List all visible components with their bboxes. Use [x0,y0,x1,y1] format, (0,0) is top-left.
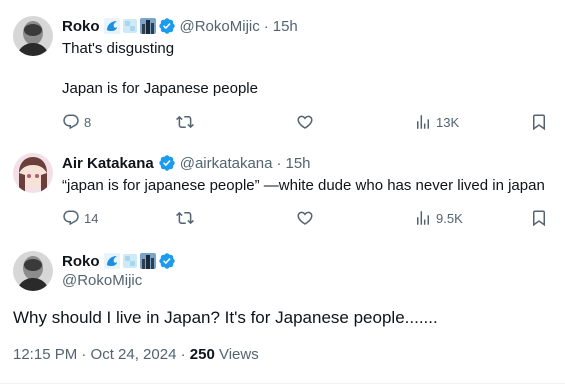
tweet-text-line: “japan is for japanese people” —white du… [62,177,545,194]
retweet-icon [176,113,194,131]
reply-button[interactable]: 14 [62,209,98,227]
views-icon [414,209,432,227]
author-handle[interactable]: @RokoMijic [62,272,142,289]
tweet-header: Roko @RokoMijic · 15h [62,16,298,36]
tweet-actions: 8 13K [62,113,565,133]
author-name[interactable]: Roko [62,253,100,270]
name-emojis [104,17,176,35]
author-name[interactable]: Roko [62,18,100,35]
wave-emoji-icon [104,18,120,34]
author-handle[interactable]: @airkatakana [180,155,273,172]
main-tweet-meta: 12:15 PM · Oct 24, 2024 · 250 Views [13,346,259,363]
tweet-header: Air Katakana @airkatakana · 15h [62,153,311,173]
wave-emoji-icon [104,253,120,269]
reply-icon [62,209,80,227]
author-handle[interactable]: @RokoMijic [180,18,260,35]
name-emojis [104,252,176,270]
bookmark-icon [530,209,548,227]
retweet-icon [176,209,194,227]
like-icon [296,113,314,131]
name-badges [158,154,176,172]
reply-count: 14 [84,210,99,226]
city-emoji-icon [140,18,156,34]
tweet-time[interactable]: 15h [273,18,298,35]
tweet-text-line: Japan is for Japanese people [62,80,258,97]
ice-emoji-icon [122,253,138,269]
tweet-text-line: That's disgusting [62,40,175,57]
bottom-divider [0,383,565,384]
views-count: 250 [189,346,215,363]
like-button[interactable] [296,209,314,227]
author-name[interactable]: Air Katakana [62,155,154,172]
views-icon [414,113,432,131]
views-button[interactable]: 9.5K [414,209,463,227]
avatar-roko[interactable] [13,16,53,56]
verified-badge-icon [158,252,176,270]
ice-emoji-icon [122,18,138,34]
retweet-button[interactable] [176,209,194,227]
tweet-time[interactable]: 15h [286,155,311,172]
tweet-actions: 14 9.5K [62,209,565,229]
main-tweet-header: Roko [62,251,180,271]
separator-dot: · [263,17,269,35]
city-emoji-icon [140,253,156,269]
verified-badge-icon [158,17,176,35]
reply-icon [62,113,80,131]
like-button[interactable] [296,113,314,131]
bookmark-icon [530,113,548,131]
avatar-roko[interactable] [13,251,53,291]
bookmark-button[interactable] [530,209,548,227]
like-icon [296,209,314,227]
bookmark-button[interactable] [530,113,548,131]
reply-button[interactable]: 8 [62,113,91,131]
reply-count: 8 [84,114,92,130]
verified-badge-icon [158,154,176,172]
main-tweet-text: Why should I live in Japan? It's for Jap… [13,308,438,327]
views-count: 13K [436,114,460,130]
avatar-air-katakana[interactable] [13,153,53,193]
views-button[interactable]: 13K [414,113,459,131]
views-label: Views [218,346,259,363]
separator-dot: · [276,154,282,172]
views-count: 9.5K [436,210,463,226]
timestamp[interactable]: 12:15 PM · Oct 24, 2024 · [13,346,186,363]
retweet-button[interactable] [176,113,194,131]
